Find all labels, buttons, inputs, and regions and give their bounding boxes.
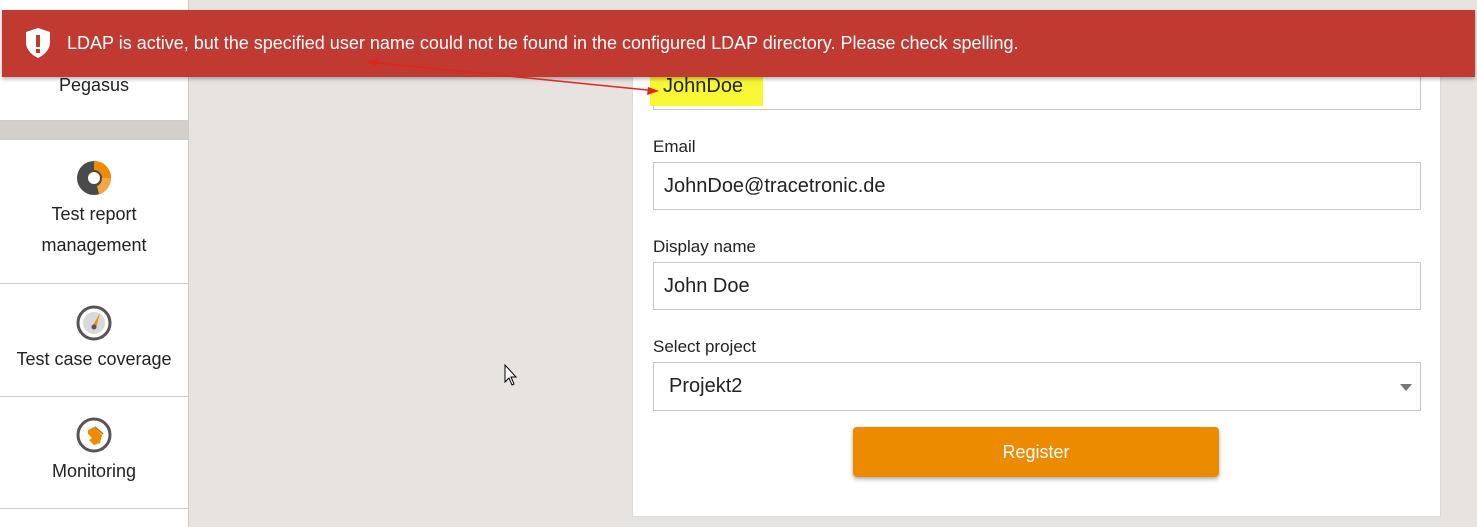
sidebar-item-label-line2: management [41, 235, 147, 255]
sidebar-divider [0, 139, 188, 140]
gauge-icon [76, 305, 112, 341]
sidebar-divider [0, 396, 188, 397]
project-select[interactable]: Projekt2 [653, 362, 1421, 411]
error-message: LDAP is active, but the specified user n… [67, 33, 1019, 53]
chevron-down-icon [1400, 384, 1412, 391]
sidebar-item-label-line1: Test report [51, 204, 137, 224]
project-select-value: Projekt2 [669, 375, 743, 397]
register-button[interactable]: Register [853, 427, 1219, 477]
sidebar-item-label: Monitoring [51, 461, 137, 481]
sidebar-item-label: Pegasus [58, 75, 130, 95]
email-label: Email [653, 137, 696, 156]
sidebar-divider [0, 508, 188, 509]
project-label: Select project [653, 337, 756, 356]
error-alert-banner: LDAP is active, but the specified user n… [2, 10, 1475, 77]
sidebar-item-monitoring[interactable]: Monitoring [0, 416, 188, 487]
shield-alert-icon [26, 28, 50, 58]
monitoring-hand-icon [76, 417, 112, 453]
sidebar: Pegasus Test report management Test case… [0, 0, 189, 527]
test-report-icon [77, 161, 111, 195]
display-name-label: Display name [653, 237, 756, 256]
sidebar-group-gap [0, 121, 188, 139]
display-name-field[interactable]: John Doe [653, 262, 1421, 310]
sidebar-item-test-case-coverage[interactable]: Test case coverage [0, 304, 188, 375]
sidebar-item-test-report-management[interactable]: Test report management [0, 159, 188, 261]
email-field[interactable]: JohnDoe@tracetronic.de [653, 162, 1421, 210]
sidebar-item-label: Test case coverage [16, 349, 172, 369]
mouse-cursor-icon [504, 363, 518, 386]
sidebar-divider [0, 283, 188, 284]
